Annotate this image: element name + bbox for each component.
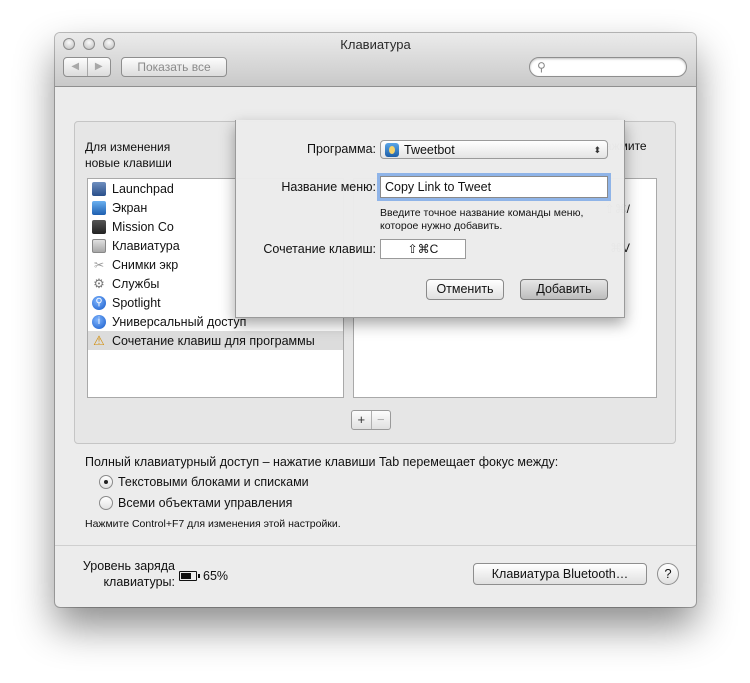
- accessibility-icon: i: [92, 314, 106, 329]
- radio-all-controls[interactable]: Всеми объектами управления: [99, 496, 292, 510]
- keyboard-preferences-window: Клавиатура ◀ ▶ Показать все ⚲ Для измене…: [55, 33, 696, 607]
- radio-selected-icon[interactable]: [99, 475, 113, 489]
- screenshot-icon: ✂: [93, 257, 105, 272]
- window-title: Клавиатура: [340, 37, 411, 52]
- menu-title-hint: Введите точное название команды меню, ко…: [380, 207, 584, 232]
- shortcut-field[interactable]: ⇧⌘C: [380, 239, 466, 259]
- menu-title-field[interactable]: Copy Link to Tweet: [380, 176, 608, 198]
- popup-arrows-icon: ⬍: [593, 145, 601, 155]
- bluetooth-keyboard-button[interactable]: Клавиатура Bluetooth…: [473, 563, 647, 585]
- battery-percent: 65%: [203, 569, 229, 583]
- display-icon: [92, 200, 106, 215]
- add-remove-buttons: + −: [351, 410, 391, 430]
- program-popup[interactable]: Tweetbot ⬍: [380, 140, 608, 159]
- battery-icon: [179, 571, 200, 581]
- search-input[interactable]: ⚲: [529, 57, 687, 77]
- radio-unselected-icon[interactable]: [99, 496, 113, 510]
- launchpad-icon: [92, 181, 106, 196]
- show-all-button[interactable]: Показать все: [121, 57, 227, 77]
- nav-segment: ◀ ▶: [63, 57, 111, 77]
- titlebar: Клавиатура ◀ ▶ Показать все ⚲: [55, 33, 696, 87]
- remove-shortcut-button[interactable]: −: [372, 411, 391, 429]
- help-button[interactable]: ?: [657, 563, 679, 585]
- app-shortcuts-icon: ⚠: [93, 332, 105, 348]
- control-f7-hint: Нажмите Control+F7 для изменения этой на…: [85, 518, 341, 530]
- program-label: Программа:: [307, 142, 376, 156]
- services-gear-icon: ⚙: [93, 275, 105, 291]
- divider: [55, 545, 696, 546]
- keyboard-icon: [92, 238, 106, 253]
- full-access-label: Полный клавиатурный доступ – нажатие кла…: [85, 455, 559, 469]
- battery-label: Уровень заряда клавиатуры:: [82, 559, 175, 589]
- add-shortcut-button[interactable]: +: [352, 411, 372, 429]
- cancel-button[interactable]: Отменить: [426, 279, 504, 300]
- shortcut-label: Сочетание клавиш:: [263, 242, 376, 256]
- back-arrow-icon[interactable]: ◀: [64, 58, 88, 76]
- menu-title-label: Название меню:: [281, 180, 376, 194]
- search-icon: ⚲: [537, 60, 546, 74]
- spotlight-icon: ⚲: [92, 295, 106, 310]
- add-shortcut-sheet: Программа: Tweetbot ⬍ Название меню: Cop…: [235, 120, 625, 318]
- list-item[interactable]: ⚠ Сочетание клавиш для программы: [88, 331, 343, 350]
- radio-text-boxes[interactable]: Текстовыми блоками и списками: [99, 475, 309, 489]
- tweetbot-app-icon: [385, 142, 399, 157]
- forward-arrow-icon[interactable]: ▶: [88, 58, 111, 76]
- add-button[interactable]: Добавить: [520, 279, 608, 300]
- mission-control-icon: [92, 219, 106, 234]
